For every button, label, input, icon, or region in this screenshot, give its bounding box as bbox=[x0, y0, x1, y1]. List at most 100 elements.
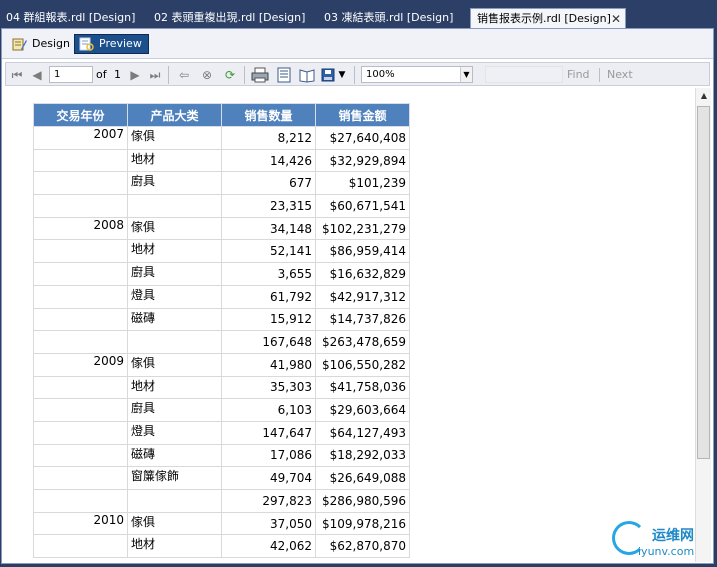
table-row: 地材 35,303 $41,758,036 bbox=[33, 375, 410, 400]
category-cell: 地材 bbox=[127, 148, 222, 173]
header-category: 产品大类 bbox=[127, 103, 222, 127]
amount-cell: $42,917,312 bbox=[315, 284, 410, 309]
table-row: 磁磚 15,912 $14,737,826 bbox=[33, 307, 410, 332]
year-cell-empty bbox=[33, 466, 128, 490]
table-row: 廚具 6,103 $29,603,664 bbox=[33, 398, 410, 422]
toolbar-separator bbox=[599, 68, 600, 82]
table-row: 廚具 677 $101,239 bbox=[33, 171, 410, 196]
of-label: of bbox=[96, 68, 107, 81]
first-page-icon[interactable]: ⏮ bbox=[10, 67, 24, 83]
stop-icon[interactable]: ⊗ bbox=[199, 67, 215, 83]
table-row: 2007 傢俱 8,212 $27,640,408 bbox=[33, 126, 410, 150]
year-cell: 2010 bbox=[33, 511, 128, 536]
quantity-cell: 41,980 bbox=[221, 352, 316, 377]
print-layout-icon[interactable] bbox=[276, 67, 292, 83]
print-icon[interactable] bbox=[251, 67, 269, 83]
tab-sales-report[interactable]: 销售报表示例.rdl [Design] ✕ bbox=[470, 8, 626, 28]
tab-sales-report-label: 销售报表示例.rdl [Design] bbox=[477, 12, 611, 25]
quantity-cell: 42,062 bbox=[221, 534, 316, 559]
report-body: 2007 傢俱 8,212 $27,640,408 地材 14,426 $32,929,89… bbox=[33, 126, 410, 559]
quantity-cell: 35,303 bbox=[221, 375, 316, 400]
category-cell: 傢俱 bbox=[127, 511, 222, 536]
table-row: 23,315 $60,671,541 bbox=[33, 194, 410, 218]
quantity-cell: 147,647 bbox=[221, 420, 316, 445]
tab-freeze-header-report[interactable]: 03 凍結表頭.rdl [Design] bbox=[318, 8, 470, 28]
subtotal-amount-cell: $263,478,659 bbox=[315, 330, 410, 354]
zoom-value: 100% bbox=[366, 69, 395, 80]
quantity-cell: 34,148 bbox=[221, 216, 316, 241]
amount-cell: $62,870,870 bbox=[315, 534, 410, 559]
preview-button[interactable]: Preview bbox=[74, 34, 149, 54]
table-row: 167,648 $263,478,659 bbox=[33, 330, 410, 354]
design-icon bbox=[12, 38, 27, 51]
table-row: 2009 傢俱 41,980 $106,550,282 bbox=[33, 352, 410, 377]
table-row: 地材 52,141 $86,959,414 bbox=[33, 239, 410, 264]
table-row: 燈具 147,647 $64,127,493 bbox=[33, 420, 410, 445]
year-cell-empty bbox=[33, 262, 128, 286]
page-number-input[interactable]: 1 bbox=[49, 66, 93, 83]
zoom-select[interactable]: 100% ▼ bbox=[361, 66, 473, 83]
header-quantity: 销售数量 bbox=[221, 103, 316, 127]
table-header-row: 交易年份 产品大类 销售数量 销售金额 bbox=[33, 103, 410, 127]
design-button[interactable]: Design bbox=[7, 34, 77, 54]
quantity-cell: 3,655 bbox=[221, 262, 316, 286]
next-page-icon[interactable]: ▶ bbox=[128, 67, 142, 83]
category-cell: 傢俱 bbox=[127, 126, 222, 150]
quantity-cell: 49,704 bbox=[221, 466, 316, 490]
table-row: 廚具 3,655 $16,632,829 bbox=[33, 262, 410, 286]
tab-repeat-header-report[interactable]: 02 表頭重複出現.rdl [Design] bbox=[148, 8, 318, 28]
category-cell: 廚具 bbox=[127, 398, 222, 422]
category-cell: 窗簾傢飾 bbox=[127, 466, 222, 490]
category-cell: 地材 bbox=[127, 239, 222, 264]
watermark-logo: 运维网 iyunv.com bbox=[612, 521, 712, 561]
scroll-thumb[interactable] bbox=[697, 106, 710, 459]
quantity-cell: 6,103 bbox=[221, 398, 316, 422]
export-icon[interactable] bbox=[321, 67, 337, 83]
table-row: 297,823 $286,980,596 bbox=[33, 489, 410, 513]
toolbar-separator bbox=[354, 66, 355, 84]
table-row: 燈具 61,792 $42,917,312 bbox=[33, 284, 410, 309]
chevron-down-icon: ▼ bbox=[460, 67, 472, 82]
back-icon[interactable]: ⇦ bbox=[177, 67, 191, 83]
category-cell: 傢俱 bbox=[127, 352, 222, 377]
preview-label: Preview bbox=[99, 37, 142, 50]
amount-cell: $32,929,894 bbox=[315, 148, 410, 173]
category-cell: 地材 bbox=[127, 375, 222, 400]
year-cell-empty bbox=[33, 239, 128, 264]
amount-cell: $101,239 bbox=[315, 171, 410, 196]
category-cell: 廚具 bbox=[127, 171, 222, 196]
close-icon[interactable]: ✕ bbox=[611, 9, 621, 29]
page-setup-icon[interactable] bbox=[299, 67, 315, 83]
last-page-icon[interactable]: ⏭ bbox=[148, 67, 162, 83]
year-cell-empty bbox=[33, 307, 128, 332]
amount-cell: $14,737,826 bbox=[315, 307, 410, 332]
vertical-scrollbar[interactable]: ▲ bbox=[695, 88, 711, 562]
amount-cell: $27,640,408 bbox=[315, 126, 410, 150]
category-cell: 廚具 bbox=[127, 262, 222, 286]
quantity-cell: 61,792 bbox=[221, 284, 316, 309]
refresh-icon[interactable]: ⟳ bbox=[222, 67, 238, 83]
year-cell-empty bbox=[33, 420, 128, 445]
find-button[interactable]: Find bbox=[567, 67, 590, 83]
table-row: 2008 傢俱 34,148 $102,231,279 bbox=[33, 216, 410, 241]
category-cell: 地材 bbox=[127, 534, 222, 559]
subtotal-quantity-cell: 167,648 bbox=[221, 330, 316, 354]
chevron-down-icon[interactable]: ▼ bbox=[337, 67, 347, 83]
year-cell-empty bbox=[33, 194, 128, 218]
amount-cell: $109,978,216 bbox=[315, 511, 410, 536]
prev-page-icon[interactable]: ◀ bbox=[30, 67, 44, 83]
table-row: 2010 傢俱 37,050 $109,978,216 bbox=[33, 511, 410, 536]
subtotal-quantity-cell: 297,823 bbox=[221, 489, 316, 513]
tab-group-report[interactable]: 04 群組報表.rdl [Design] bbox=[0, 8, 148, 28]
amount-cell: $29,603,664 bbox=[315, 398, 410, 422]
scroll-up-icon[interactable]: ▲ bbox=[696, 88, 712, 104]
quantity-cell: 17,086 bbox=[221, 443, 316, 468]
find-input[interactable] bbox=[485, 66, 563, 83]
amount-cell: $18,292,033 bbox=[315, 443, 410, 468]
year-cell: 2009 bbox=[33, 352, 128, 377]
report-toolbar: ⏮ ◀ 1 of 1 ▶ ⏭ ⇦ ⊗ ⟳ ▼ 100% ▼ Find Next bbox=[5, 62, 710, 86]
design-label: Design bbox=[32, 37, 70, 50]
next-button[interactable]: Next bbox=[607, 67, 633, 83]
toolbar-separator bbox=[168, 66, 169, 84]
mode-bar: Design Preview bbox=[2, 29, 713, 59]
